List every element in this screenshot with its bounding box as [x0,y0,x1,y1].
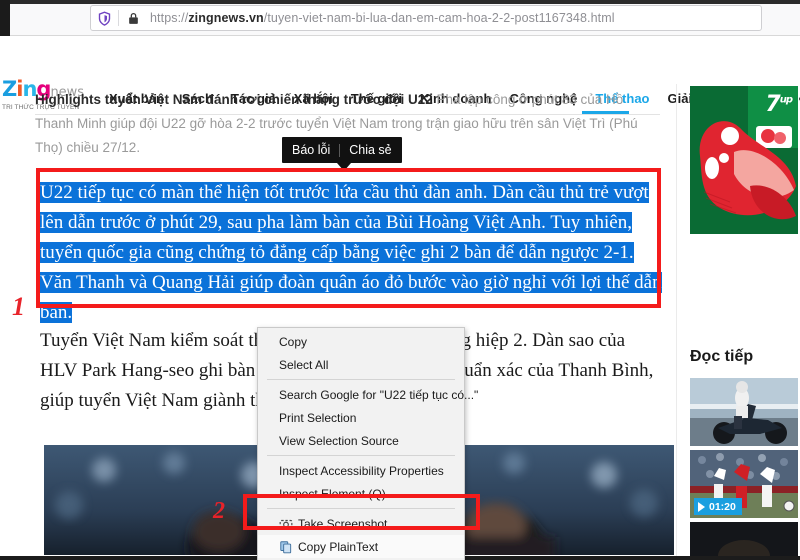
context-menu-separator-2 [267,455,455,456]
share-button[interactable]: Chia sẻ [349,143,391,157]
annotation-marker-1: 1 [12,292,25,321]
window-left-edge [0,0,10,36]
advertisement-7up[interactable]: 7up [690,86,798,234]
context-menu-separator-1 [267,379,455,380]
context-menu-item-copy[interactable]: Copy [258,330,464,353]
selection-highlight[interactable]: U22 tiếp tục có màn thể hiện tốt trước l… [40,182,662,323]
menu-label-take-screenshot: Take Screenshot [298,516,388,531]
context-menu-item-take-screenshot[interactable]: Take Screenshot [258,512,464,535]
thumbnail-1-graphic [690,378,798,446]
context-menu-separator-3 [267,508,455,509]
video-duration-badge[interactable]: 01:20 [694,498,742,515]
url-text[interactable]: https://zingnews.vn/tuyen-viet-nam-bi-lu… [150,11,615,25]
url-domain: zingnews.vn [188,11,264,25]
menu-label-inspect-accessibility: Inspect Accessibility Properties [279,463,444,478]
context-menu-item-inspect-accessibility[interactable]: Inspect Accessibility Properties [258,459,464,482]
shield-icon[interactable] [97,11,112,26]
screenshot-icon [279,519,293,529]
tooltip-arrow-icon [337,163,351,171]
url-scheme: https:// [150,11,189,25]
tooltip-divider [339,143,341,157]
play-icon [698,501,705,512]
menu-label-copy-plaintext: Copy PlainText [298,539,379,554]
report-error-button[interactable]: Báo lỗi [292,143,330,157]
context-menu-item-copy-plaintext[interactable]: Copy PlainText [258,535,464,558]
url-path: /tuyen-viet-nam-bi-lua-dan-em-cam-hoa-2-… [263,11,615,25]
video-duration-text: 01:20 [709,500,736,513]
article-summary-headline: Highlights tuyển Việt Nam đánh rơi chiến… [35,92,433,107]
context-menu-item-select-all[interactable]: Select All [258,353,464,376]
logo-letter-z: Z [2,77,17,101]
context-menu-item-inspect-element[interactable]: Inspect Element (Q) [258,482,464,505]
menu-label-search-google: Search Google for "U22 tiếp tục có..." [279,387,479,402]
address-bar-divider [118,10,119,26]
browser-window: https://zingnews.vn/tuyen-viet-nam-bi-lu… [0,0,800,560]
menu-label-copy: Copy [279,334,308,349]
menu-label-view-selection-source: View Selection Source [279,433,399,448]
menu-label-inspect-element: Inspect Element (Q) [279,486,386,501]
context-menu-item-print-selection[interactable]: Print Selection [258,406,464,429]
site-header: Zingnews TRI THỨC TRỰC TUYẾN Xuất bản Sá… [0,37,800,115]
ad-brand-digit: 7 [765,92,780,117]
ad-brand-7up: 7up [765,92,793,117]
rail-divider [676,84,677,560]
selected-paragraph[interactable]: U22 tiếp tục có màn thể hiện tốt trước l… [40,178,665,328]
menu-label-print-selection: Print Selection [279,410,357,425]
selection-tooltip[interactable]: Báo lỗi Chia sẻ [282,137,402,163]
context-menu-item-view-selection-source[interactable]: View Selection Source [258,429,464,452]
ad-brand-suffix: up [779,94,793,106]
context-menu-item-search-google[interactable]: Search Google for "U22 tiếp tục có..." [258,383,478,406]
rail-section-title: Đọc tiếp [690,348,754,365]
thumbnail-3-graphic [690,522,798,560]
menu-label-select-all: Select All [279,357,329,372]
copy-plaintext-icon [280,540,292,553]
address-bar[interactable]: https://zingnews.vn/tuyen-viet-nam-bi-lu… [90,5,762,31]
window-top-edge [0,0,800,4]
rail-thumbnail-third[interactable] [690,522,798,560]
rail-thumbnail-motorcycle[interactable] [690,378,798,446]
browser-chrome: https://zingnews.vn/tuyen-viet-nam-bi-lu… [0,0,800,36]
annotation-marker-2: 2 [213,498,225,524]
lock-icon[interactable] [127,11,140,26]
context-menu[interactable]: Copy Select All Search Google for "U22 t… [257,327,478,560]
